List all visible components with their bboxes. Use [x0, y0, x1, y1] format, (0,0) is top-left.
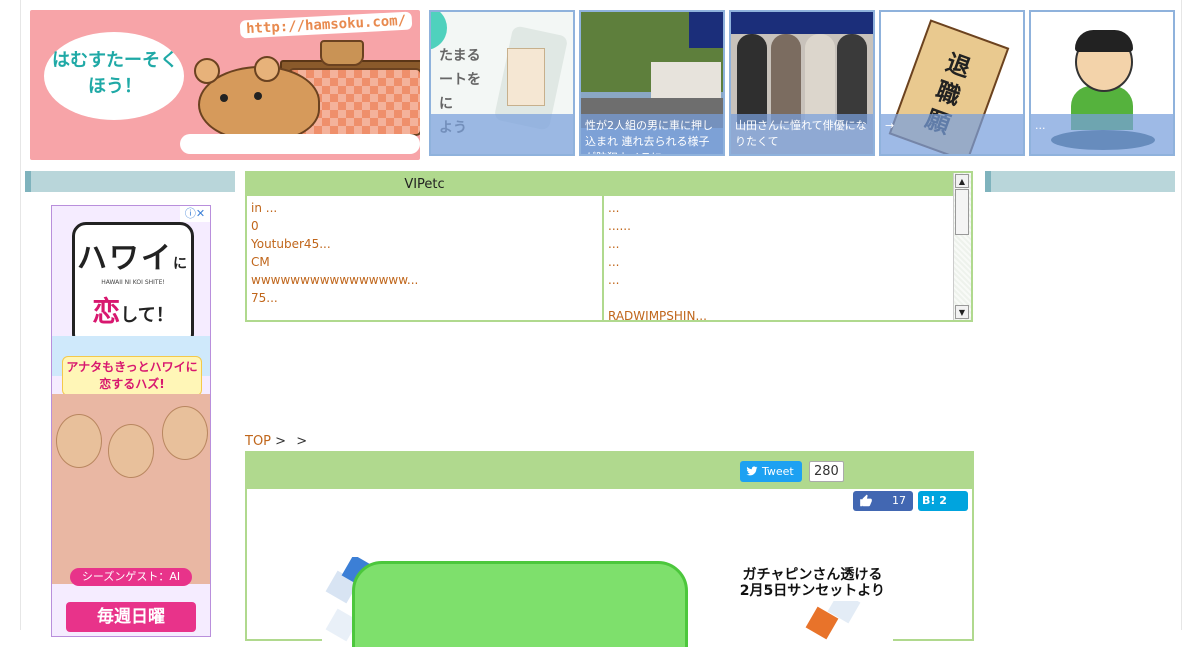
ranking-link[interactable]: ...	[608, 273, 619, 287]
ad-subtitle: HAWAII NI KOI SHITE!	[101, 279, 165, 286]
breadcrumb-separator: >	[296, 434, 308, 449]
thumbnail-5[interactable]: ...	[1029, 10, 1175, 156]
thumbnail-caption: 性が2人組の男に車に押し込まれ 連れ去られる様子が防犯カメラに	[581, 114, 723, 154]
facebook-like-button[interactable]: 17	[853, 491, 913, 511]
ranking-column-2: ... ...... ... ... ... RADWIMPSHIN...	[604, 173, 956, 323]
breadcrumb: TOP > >	[245, 434, 313, 449]
thumbnail-4[interactable]: 退 職 願 →	[879, 10, 1025, 156]
scrollbar-thumb[interactable]	[955, 189, 969, 235]
left-sidebar-header	[25, 171, 235, 192]
tweet-label: Tweet	[762, 465, 794, 478]
ranking-link[interactable]: wwwwwwwwwwwwwwww...	[251, 273, 418, 287]
ranking-column-1-header: VIPetc	[247, 173, 602, 196]
ranking-link[interactable]: ...	[608, 255, 619, 269]
ranking-link[interactable]: Youtuber45...	[251, 237, 331, 251]
article-image: ガチャピンさん透ける 2月5日サンセットより	[322, 557, 893, 647]
ranking-link[interactable]: in ...	[251, 201, 277, 215]
thumbnail-2[interactable]: 性が2人組の男に車に押し込まれ 連れ去られる様子が防犯カメラに	[579, 10, 725, 156]
thumbnail-1[interactable]: たまるートをによう	[429, 10, 575, 156]
thumbnail-caption: ...	[1031, 114, 1173, 154]
logo-text: はむすたーそくほう！	[52, 50, 178, 97]
receipt-illustration	[507, 48, 545, 106]
ad-guest-label: シーズンゲスト：AI	[70, 568, 192, 586]
ad-weekly-label: 毎週日曜	[66, 602, 196, 632]
image-caption-line-2: 2月5日サンセットより	[739, 583, 885, 599]
ranking-link[interactable]: RADWIMPSHIN...	[608, 309, 707, 323]
article-header: Tweet 280	[247, 453, 972, 489]
ranking-link[interactable]: CM	[251, 255, 270, 269]
twitter-bird-icon	[746, 466, 758, 476]
thumbnail-caption: 山田さんに憧れて俳優になりたくて	[731, 114, 873, 154]
hatena-bookmark-count: 2	[939, 494, 947, 507]
ad-close-icon[interactable]: ⓘ✕	[180, 206, 210, 222]
ranking-link[interactable]: 0	[251, 219, 259, 233]
logo-url: http://hamsoku.com/	[239, 11, 413, 39]
right-sidebar-header	[985, 171, 1175, 192]
ad-title-c: 恋	[92, 295, 121, 328]
ad-title-b: に	[173, 256, 189, 272]
ad-banner-text: アナタもきっとハワイに恋するハズ!	[62, 356, 202, 396]
site-logo[interactable]: はむすたーそくほう！ http://hamsoku.com/	[30, 10, 420, 160]
ad-title-a: ハワイ	[77, 241, 173, 276]
hatena-bookmark-button[interactable]: B! 2	[918, 491, 968, 511]
ad-cast-photo	[52, 394, 210, 584]
basket-icon	[320, 40, 364, 66]
thumbnail-3[interactable]: 山田さんに憧れて俳優になりたくて	[729, 10, 875, 156]
ranking-column-1: VIPetc in ... 0 Youtuber45... CM wwwwwww…	[247, 173, 604, 320]
ranking-link[interactable]	[608, 291, 612, 305]
ranking-list-2: ... ...... ... ... ... RADWIMPSHIN...	[604, 196, 956, 328]
tweet-button[interactable]: Tweet	[740, 461, 802, 482]
ranking-scrollbar[interactable]: ▲ ▼	[953, 173, 971, 320]
hamster-illustration	[194, 56, 320, 142]
ranking-link[interactable]: 75...	[251, 291, 278, 305]
advertisement-banner[interactable]: ⓘ✕ ハワイに HAWAII NI KOI SHITE! 恋して！ アナタもきっ…	[51, 205, 211, 637]
ad-title-card: ハワイに HAWAII NI KOI SHITE! 恋して！	[72, 222, 194, 348]
ranking-link[interactable]: ......	[608, 219, 631, 233]
thumbs-up-icon	[860, 494, 872, 507]
ranking-link[interactable]: ...	[608, 237, 619, 251]
scroll-down-arrow-icon[interactable]: ▼	[955, 305, 969, 319]
ranking-column-2-header	[604, 173, 956, 196]
tv-logo-icon	[689, 12, 723, 48]
facebook-like-count: 17	[892, 494, 906, 507]
article-image-caption: ガチャピンさん透ける 2月5日サンセットより	[735, 565, 889, 601]
logo-floor	[180, 134, 420, 154]
breadcrumb-top-link[interactable]: TOP	[245, 434, 271, 449]
thumbnail-caption	[431, 114, 573, 154]
ad-title-d: して！	[120, 305, 174, 326]
ranking-link[interactable]: ...	[608, 201, 619, 215]
article-container: Tweet 280 17 B! 2 ガチャピンさん透ける 2月5日サンセットより	[245, 451, 974, 647]
ranking-list-1: in ... 0 Youtuber45... CM wwwwwwwwwwwwww…	[247, 196, 602, 310]
hatena-bookmark-icon: B!	[922, 494, 936, 507]
antenna-ranking-box: VIPetc in ... 0 Youtuber45... CM wwwwwww…	[245, 171, 973, 323]
breadcrumb-separator: >	[275, 434, 287, 449]
gachapin-green-screen	[352, 561, 688, 647]
tweet-count: 280	[809, 461, 844, 482]
image-caption-line-1: ガチャピンさん透ける	[742, 567, 883, 583]
scroll-up-arrow-icon[interactable]: ▲	[955, 174, 969, 188]
thumbnail-caption: →	[881, 114, 1023, 154]
